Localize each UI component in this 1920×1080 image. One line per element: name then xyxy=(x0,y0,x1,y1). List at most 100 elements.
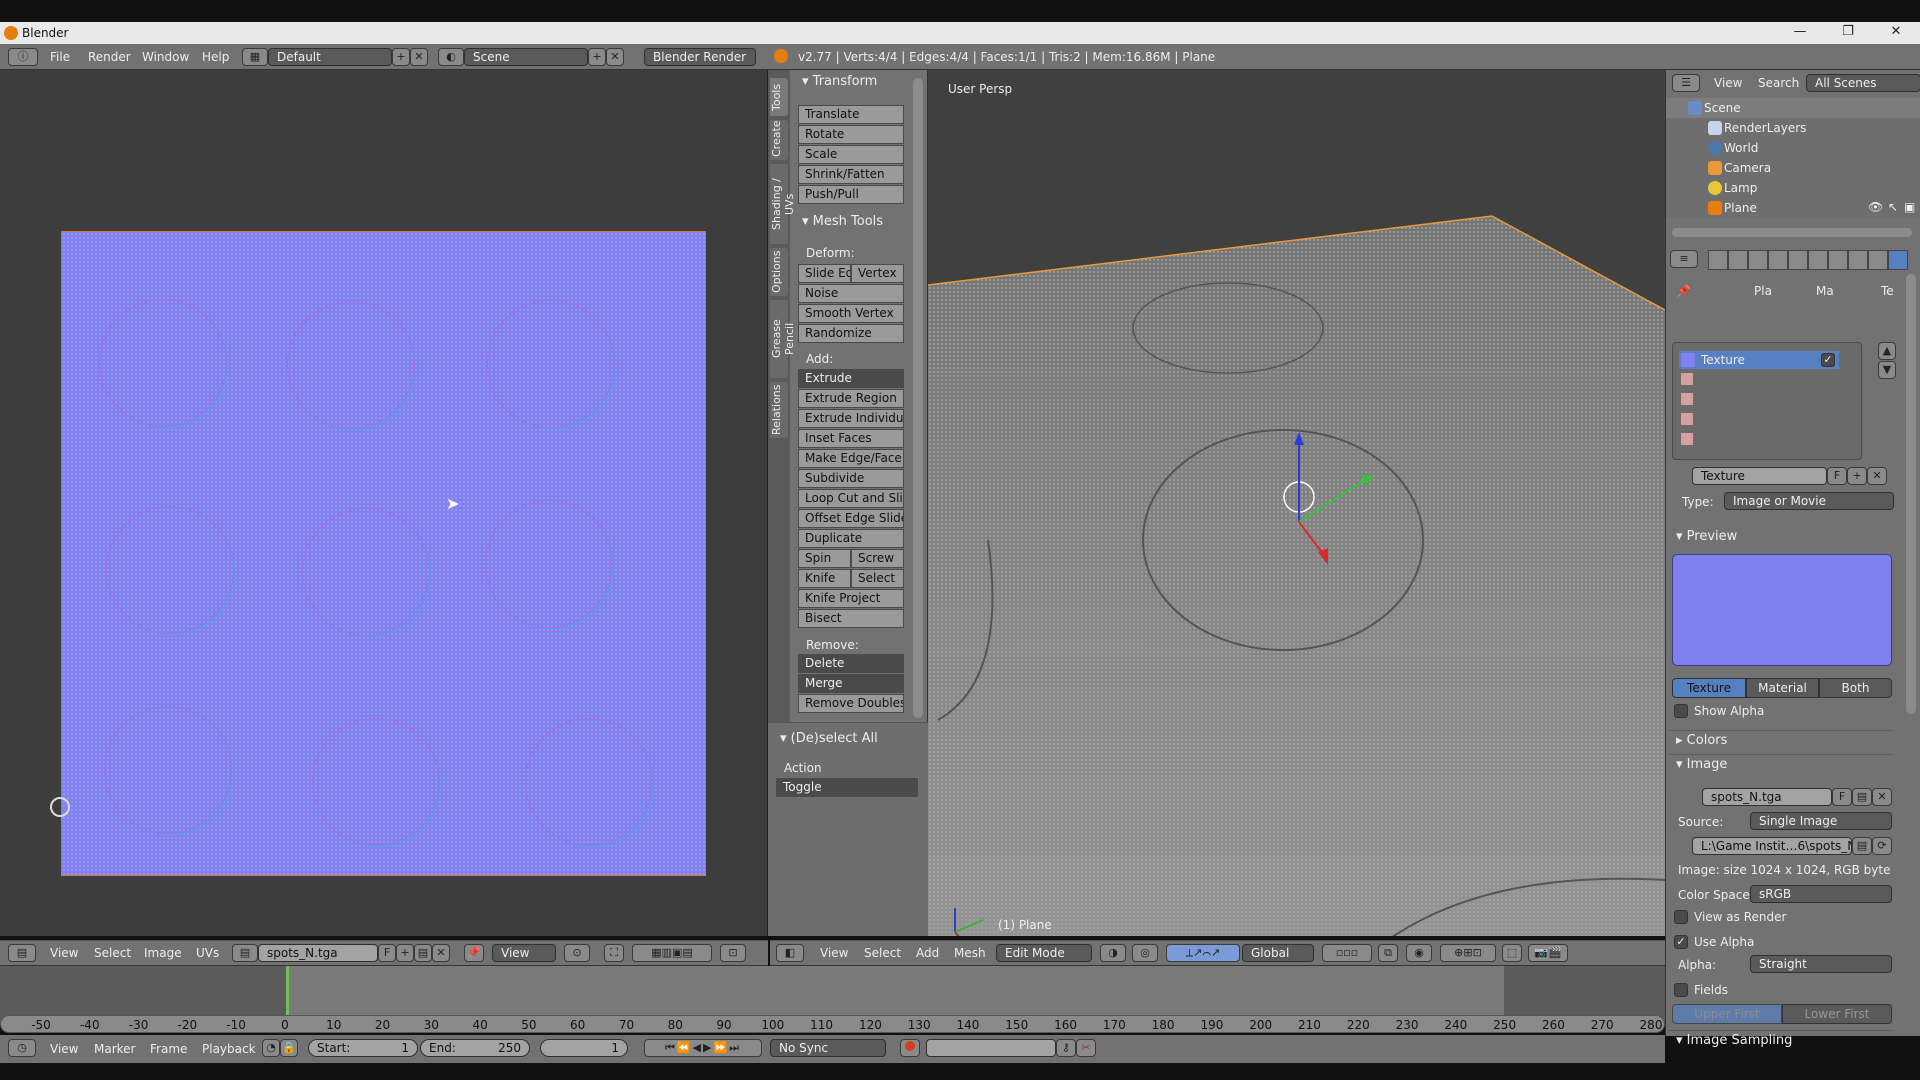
add-layout-button[interactable]: + xyxy=(392,48,410,66)
outliner-view-menu[interactable]: View xyxy=(1714,76,1742,90)
smooth-vertex-button[interactable]: Smooth Vertex xyxy=(798,304,904,323)
select-mode-icons[interactable]: ▫▫▫ xyxy=(1322,944,1372,962)
tl-menu-frame[interactable]: Frame xyxy=(150,1042,187,1056)
tl-menu-playback[interactable]: Playback xyxy=(202,1042,256,1056)
browse-file-button[interactable]: ▤ xyxy=(1852,837,1872,855)
shrink-fatten-button[interactable]: Shrink/Fatten xyxy=(798,165,904,184)
selectable-cursor-icon[interactable]: ↖ xyxy=(1888,200,1898,214)
image-name-field[interactable]: spots_N.tga xyxy=(1702,788,1832,806)
uv-menu-view[interactable]: View xyxy=(50,946,78,960)
tab-grease-pencil[interactable]: Grease Pencil xyxy=(770,300,796,378)
ogl-render-icon[interactable]: ⬚ xyxy=(1502,944,1522,962)
upper-first-button[interactable]: Upper First xyxy=(1672,1004,1782,1024)
knife-button[interactable]: Knife xyxy=(798,569,851,588)
3d-viewport[interactable]: User Persp (1) Plane xyxy=(928,70,1665,936)
outliner-item-renderlayers[interactable]: RenderLayers xyxy=(1666,118,1856,138)
outliner-item-plane[interactable]: Plane xyxy=(1666,198,1856,218)
tl-menu-marker[interactable]: Marker xyxy=(94,1042,135,1056)
translate-button[interactable]: Translate xyxy=(798,105,904,124)
colors-panel-header[interactable]: ▸ Colors xyxy=(1676,733,1727,748)
outliner-item-camera[interactable]: Camera xyxy=(1666,158,1856,178)
image-fake-user-button[interactable]: F xyxy=(1832,788,1852,806)
preview-tab-both[interactable]: Both xyxy=(1819,678,1892,698)
manipulator-icons[interactable]: ⟂↗⌒↗ xyxy=(1166,944,1240,962)
close-button[interactable]: ✕ xyxy=(1876,24,1916,42)
mesh-tools-panel-header[interactable]: ▾ Mesh Tools xyxy=(802,214,883,229)
breadcrumb-texture[interactable]: Te xyxy=(1881,284,1894,298)
texture-slot-empty-icon[interactable] xyxy=(1681,413,1693,425)
timeline-editor-type-icon[interactable]: ◷ xyxy=(8,1039,36,1057)
preview-tab-material[interactable]: Material xyxy=(1746,678,1819,698)
uv-view-mode-select[interactable]: View xyxy=(492,944,556,962)
uv-image-editor[interactable]: ➤ xyxy=(0,70,768,936)
unlink-image-button[interactable]: ✕ xyxy=(1872,788,1892,806)
texture-slot-active[interactable]: Texture ✓ xyxy=(1679,351,1839,369)
menu-render[interactable]: Render xyxy=(88,50,131,64)
tab-options[interactable]: Options xyxy=(770,248,788,296)
uv-image-name-field[interactable]: spots_N.tga xyxy=(258,944,378,962)
uv-menu-select[interactable]: Select xyxy=(94,946,131,960)
color-space-select[interactable]: sRGB xyxy=(1750,885,1892,903)
merge-menu[interactable]: Merge xyxy=(798,674,904,693)
knife-select-button[interactable]: Select xyxy=(851,569,904,588)
rotate-button[interactable]: Rotate xyxy=(798,125,904,144)
outliner-search-menu[interactable]: Search xyxy=(1758,76,1799,90)
tab-object[interactable] xyxy=(1788,250,1808,270)
menu-help[interactable]: Help xyxy=(202,50,229,64)
visibility-eye-icon[interactable]: 👁 xyxy=(1868,200,1883,214)
timeline[interactable] xyxy=(0,966,1665,1022)
layout-field[interactable]: Default xyxy=(268,48,392,66)
uv-menu-uvs[interactable]: UVs xyxy=(196,946,219,960)
current-frame-marker[interactable] xyxy=(286,966,289,1016)
tab-shading-uvs[interactable]: Shading / UVs xyxy=(770,164,796,244)
reload-image-button[interactable]: ⟳ xyxy=(1872,837,1892,855)
screw-button[interactable]: Screw xyxy=(851,549,904,568)
tab-material[interactable] xyxy=(1868,250,1888,270)
breadcrumb-material[interactable]: Ma xyxy=(1816,284,1834,298)
extrude-menu[interactable]: Extrude xyxy=(798,369,904,388)
outliner-item-scene[interactable]: Scene xyxy=(1666,98,1920,118)
record-button[interactable] xyxy=(900,1039,920,1057)
pin-icon[interactable]: 📌 xyxy=(1676,284,1691,298)
new-texture-button[interactable]: + xyxy=(1847,467,1867,485)
use-preview-range-icon[interactable]: ◔ xyxy=(262,1039,280,1057)
uv-texture-image[interactable] xyxy=(61,231,706,876)
texture-name-field[interactable]: Texture xyxy=(1692,467,1827,485)
proportional-edit-icon[interactable]: ⊡ xyxy=(720,944,746,962)
tab-constraints[interactable] xyxy=(1808,250,1828,270)
texture-slot-empty-icon[interactable] xyxy=(1681,393,1693,405)
texture-slot-empty-icon[interactable] xyxy=(1681,433,1693,445)
layout-icon[interactable]: ▦ xyxy=(242,48,268,66)
transform-panel-header[interactable]: ▾ Transform xyxy=(802,74,877,89)
menu-file[interactable]: File xyxy=(50,50,70,64)
source-select[interactable]: Single Image xyxy=(1750,812,1892,830)
render-camera-icon[interactable]: ▣ xyxy=(1904,200,1915,214)
extrude-individual-button[interactable]: Extrude Individual xyxy=(798,409,904,428)
uv-fake-user-button[interactable]: F xyxy=(378,944,396,962)
end-frame-field[interactable]: End: 250 xyxy=(420,1039,530,1057)
tab-render[interactable] xyxy=(1708,250,1728,270)
tab-relations[interactable]: Relations xyxy=(770,382,788,438)
texture-slot-enabled-checkbox[interactable]: ✓ xyxy=(1821,353,1835,367)
uv-new-image-button[interactable]: + xyxy=(396,944,414,962)
image-editor-type-icon[interactable]: ▤ xyxy=(8,944,36,962)
extrude-region-button[interactable]: Extrude Region xyxy=(798,389,904,408)
maximize-button[interactable]: ❐ xyxy=(1828,24,1868,42)
move-slot-up-button[interactable]: ▲ xyxy=(1878,342,1896,360)
x-axis-manipulator[interactable] xyxy=(1298,521,1325,556)
uv-open-image-button[interactable]: ▤ xyxy=(414,944,432,962)
outliner-item-world[interactable]: World xyxy=(1666,138,1856,158)
tab-render-layers[interactable] xyxy=(1728,250,1748,270)
frame-ruler[interactable]: -50 -40 -30 -20 -10 0 10 20 30 40 50 60 70 80 90 100 110… xyxy=(0,1015,1665,1033)
spin-button[interactable]: Spin xyxy=(798,549,851,568)
pivot-point-icon[interactable]: ◎ xyxy=(1132,944,1158,962)
inset-faces-button[interactable]: Inset Faces xyxy=(798,429,904,448)
use-alpha-checkbox[interactable]: ✓ xyxy=(1674,935,1688,949)
offset-edge-slide-button[interactable]: Offset Edge Slide xyxy=(798,509,904,528)
make-edge-face-button[interactable]: Make Edge/Face xyxy=(798,449,904,468)
z-arrow-icon[interactable] xyxy=(1294,432,1304,445)
2d-cursor-icon[interactable] xyxy=(50,797,70,817)
breadcrumb-object[interactable]: Pla xyxy=(1754,284,1772,298)
insert-keyframe-icon[interactable]: ⚷ xyxy=(1056,1039,1076,1057)
tab-texture[interactable] xyxy=(1888,250,1908,270)
